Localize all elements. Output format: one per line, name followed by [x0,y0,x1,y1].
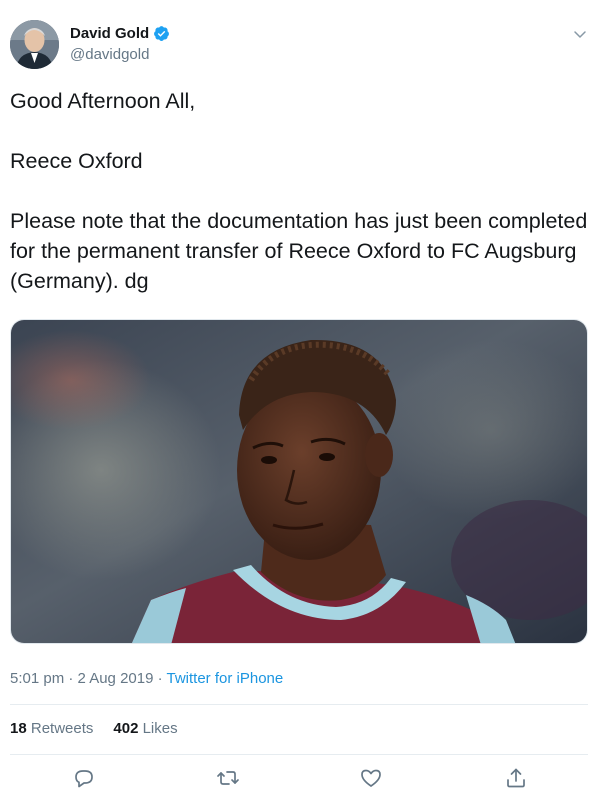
chevron-down-icon[interactable] [572,26,588,42]
likes-stat[interactable]: 402 Likes [113,720,177,737]
divider [10,704,588,705]
author-handle[interactable]: @davidgold [70,46,149,63]
tweet-line-subject: Reece Oxford [10,149,143,173]
tweet-text: Good Afternoon All, Reece Oxford Please … [10,86,590,296]
tweet-stats: 18 Retweets 402 Likes [10,720,178,737]
tweet-card: David Gold @davidgold Good Afternoon All… [0,0,600,806]
reply-icon[interactable] [72,766,96,790]
likes-label: Likes [142,720,178,737]
avatar[interactable] [10,20,59,69]
tweet-meta: 5:01 pm · 2 Aug 2019 · Twitter for iPhon… [10,670,283,687]
tweet-photo[interactable] [10,319,588,644]
heart-icon[interactable] [359,766,383,790]
tweet-timestamp[interactable]: 5:01 pm · 2 Aug 2019 · [10,670,167,687]
player-photo-illustration [11,320,587,643]
tweet-line-greeting: Good Afternoon All, [10,89,196,113]
author-name-text[interactable]: David Gold [70,25,149,42]
tweet-actions [0,766,600,796]
share-icon[interactable] [504,766,528,790]
tweet-source-link[interactable]: Twitter for iPhone [167,670,284,687]
retweets-label: Retweets [30,720,94,737]
divider [10,754,588,755]
author-name[interactable]: David Gold [70,25,170,42]
likes-count: 402 [113,720,139,737]
verified-badge-icon [153,25,170,42]
tweet-line-body: Please note that the documentation has j… [10,209,588,293]
retweets-stat[interactable]: 18 Retweets [10,720,93,737]
retweets-count: 18 [10,720,27,737]
retweet-icon[interactable] [216,766,240,790]
